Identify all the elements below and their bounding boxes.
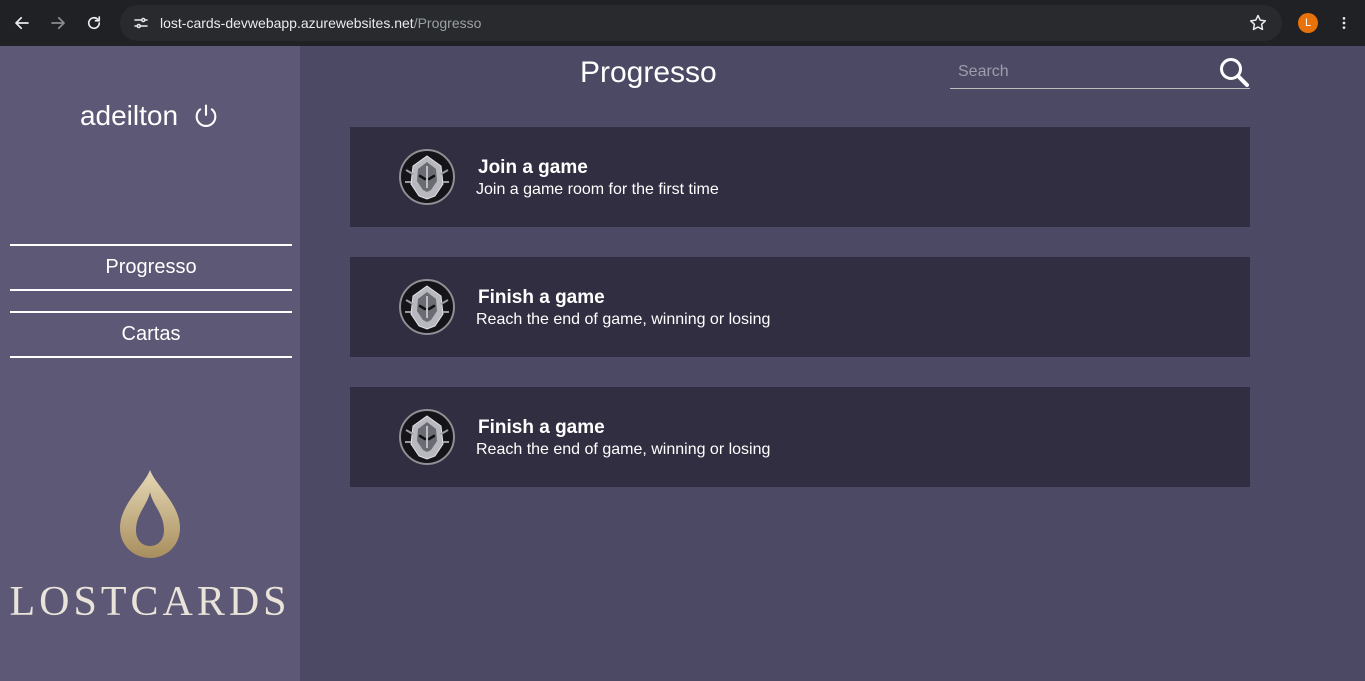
search-box: [950, 56, 1250, 89]
achievement-card: Finish a game Reach the end of game, win…: [350, 387, 1250, 487]
star-icon[interactable]: [1248, 13, 1268, 33]
sidebar-item-progresso[interactable]: Progresso: [10, 244, 292, 291]
browser-toolbar: lost-cards-devwebapp.azurewebsites.net/P…: [0, 0, 1365, 46]
address-bar[interactable]: lost-cards-devwebapp.azurewebsites.net/P…: [120, 5, 1282, 41]
achievement-description: Reach the end of game, winning or losing: [476, 441, 771, 458]
user-row: adeilton: [0, 98, 300, 134]
achievement-title: Finish a game: [478, 287, 605, 308]
achievement-card: Join a game Join a game room for the fir…: [350, 127, 1250, 227]
achievement-card: Finish a game Reach the end of game, win…: [350, 257, 1250, 357]
achievement-description: Join a game room for the first time: [476, 181, 719, 198]
url-host: lost-cards-devwebapp.azurewebsites.net: [160, 15, 414, 31]
back-button[interactable]: [4, 5, 40, 41]
site-info-button[interactable]: [124, 9, 158, 37]
reload-icon: [87, 16, 101, 30]
back-icon: [15, 16, 29, 30]
logo-text: LOSTCARDS: [9, 579, 291, 625]
lostcards-logo: LOSTCARDS: [0, 470, 300, 626]
kebab-menu-icon: [1342, 17, 1346, 29]
achievement-description: Reach the end of game, winning or losing: [476, 311, 771, 328]
site-info-icon: [134, 17, 148, 29]
main-content: Progresso Join a game Join a game room f…: [300, 46, 1365, 681]
helmet-badge-icon: [399, 409, 455, 465]
sidebar-item-cartas[interactable]: Cartas: [10, 311, 292, 358]
power-icon[interactable]: [192, 102, 220, 130]
sidebar-item-label: Cartas: [121, 323, 181, 345]
helmet-badge-icon: [399, 279, 455, 335]
url-text: lost-cards-devwebapp.azurewebsites.net/P…: [160, 15, 481, 31]
search-input[interactable]: [958, 62, 1208, 82]
sidebar: adeilton Progresso Cartas LOSTCARDS: [0, 46, 300, 681]
username: adeilton: [79, 100, 179, 131]
search-icon[interactable]: [1218, 56, 1250, 88]
achievement-title: Finish a game: [478, 417, 605, 438]
url-path: /Progresso: [413, 15, 482, 31]
page-title: Progresso: [580, 56, 717, 89]
browser-menu-button[interactable]: [1333, 12, 1355, 34]
profile-avatar[interactable]: L: [1298, 13, 1318, 33]
achievement-title: Join a game: [478, 157, 588, 178]
forward-button[interactable]: [40, 5, 76, 41]
forward-icon: [51, 16, 65, 30]
flame-drop-icon: [120, 470, 180, 558]
helmet-badge-icon: [399, 149, 455, 205]
sidebar-item-label: Progresso: [105, 256, 197, 278]
reload-button[interactable]: [76, 5, 112, 41]
